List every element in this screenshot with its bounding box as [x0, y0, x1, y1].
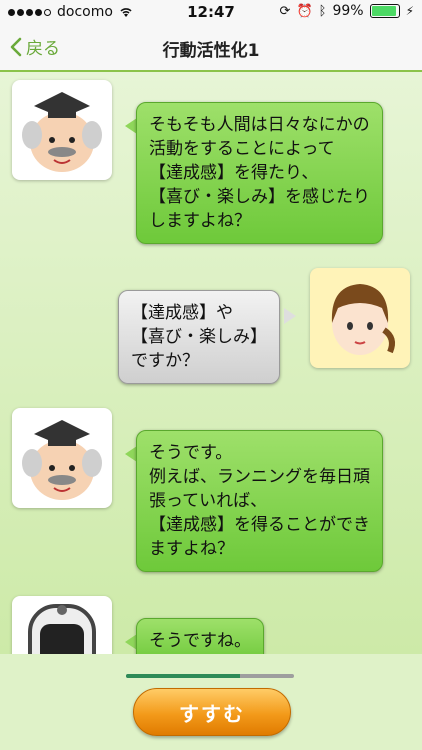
message-bubble: そもそも人間は日々なにかの 活動をすることによって 【達成感】を得たり、 【喜び… — [136, 102, 383, 244]
navigation-bar: 戻る 行動活性化1 — [0, 24, 422, 72]
progress-bar — [126, 674, 294, 678]
professor-avatar — [12, 80, 112, 180]
status-right: ⟳ ⏰ ᛒ 99% ⚡ — [280, 3, 414, 19]
bubble-tail — [284, 308, 296, 324]
battery-icon — [369, 4, 400, 18]
message-bubble: そうですね。 — [136, 618, 264, 654]
message-bubble: そうです。 例えば、ランニングを毎日頑 張っていれば、 【達成感】を得ることがで… — [136, 430, 383, 572]
next-button[interactable]: すすむ — [133, 688, 291, 736]
progress-fill — [126, 674, 241, 678]
chat-area[interactable]: そもそも人間は日々なにかの 活動をすることによって 【達成感】を得たり、 【喜び… — [0, 72, 422, 654]
battery-percent: 99% — [332, 3, 364, 19]
rotation-lock-icon: ⟳ — [279, 3, 291, 19]
status-bar: docomo 12:47 ⟳ ⏰ ᛒ 99% ⚡ — [0, 0, 422, 24]
bluetooth-icon: ᛒ — [318, 3, 327, 19]
footer: すすむ — [0, 654, 422, 750]
robot-avatar — [12, 596, 112, 654]
message-bubble: 【達成感】や 【喜び・楽しみ】 ですか？ — [118, 290, 280, 384]
professor-avatar — [12, 408, 112, 508]
alarm-icon: ⏰ — [296, 3, 313, 19]
girl-avatar — [310, 268, 410, 368]
charging-icon: ⚡ — [405, 4, 414, 18]
page-title: 行動活性化1 — [162, 41, 260, 61]
